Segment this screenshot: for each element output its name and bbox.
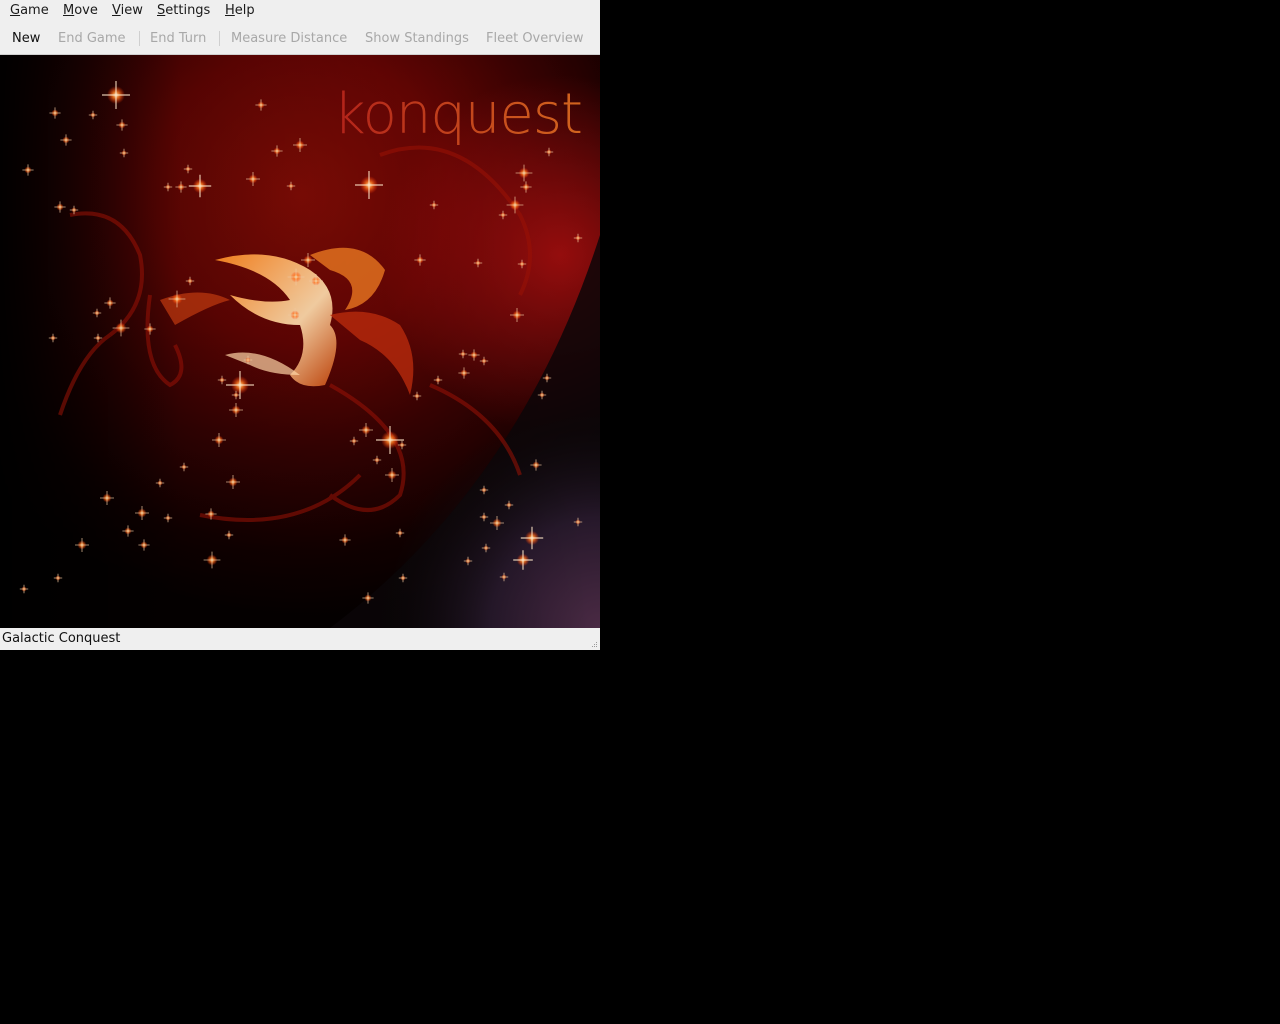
- menu-view[interactable]: View: [112, 2, 143, 20]
- measure-distance-button[interactable]: Measure Distance: [231, 30, 347, 48]
- menu-settings[interactable]: Settings: [157, 2, 210, 20]
- resize-grip-icon[interactable]: [590, 642, 598, 648]
- status-text: Galactic Conquest: [2, 631, 121, 646]
- konquest-window: Game Move View Settings Help New End Gam…: [0, 0, 600, 650]
- game-map-canvas[interactable]: konquest: [0, 55, 600, 628]
- menubar: Game Move View Settings Help: [0, 0, 600, 22]
- toolbar: New End Game End Turn Measure Distance S…: [0, 22, 600, 55]
- menu-game[interactable]: Game: [10, 2, 49, 20]
- menu-move[interactable]: Move: [63, 2, 98, 20]
- end-turn-button[interactable]: End Turn: [150, 30, 206, 48]
- end-game-button[interactable]: End Game: [58, 30, 126, 48]
- splash-background: konquest: [0, 55, 600, 628]
- new-game-button[interactable]: New: [12, 30, 40, 48]
- menu-help[interactable]: Help: [225, 2, 255, 20]
- toolbar-separator: [219, 31, 220, 46]
- fleet-overview-button[interactable]: Fleet Overview: [486, 30, 584, 48]
- statusbar: Galactic Conquest: [0, 628, 600, 650]
- show-standings-button[interactable]: Show Standings: [365, 30, 469, 48]
- toolbar-separator: [139, 31, 140, 46]
- konquest-logo: konquest: [333, 82, 582, 147]
